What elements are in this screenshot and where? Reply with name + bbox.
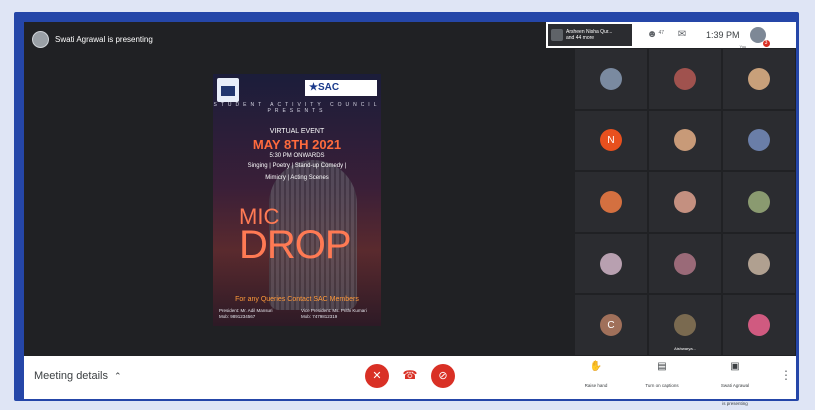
vice-president-name: Vice President: Ms. Prithi Kumari <box>301 308 367 313</box>
president-contact: President: Mr. Adil Mansuri Mob: 9891234… <box>219 308 273 320</box>
captions-label: Turn on captions <box>645 383 679 388</box>
vice-president-contact: Vice President: Ms. Prithi Kumari Mob: 7… <box>301 308 367 320</box>
people-icon: ☻ <box>646 29 658 40</box>
event-categories-2: Mimicry | Acting Scenes <box>265 175 329 181</box>
president-mobile: Mob: 9891234567 <box>219 314 256 319</box>
speaker-more: and 44 more <box>566 35 595 41</box>
participant-avatar: N <box>600 129 622 152</box>
participant-avatar <box>748 129 770 152</box>
vice-president-mobile: Mob: 7479812319 <box>301 314 338 319</box>
raise-hand-button[interactable]: ✋ Raise hand <box>571 361 621 392</box>
virtual-event-text: VIRTUAL EVENT <box>269 128 325 135</box>
chevron-up-icon: ⌃ <box>114 370 122 381</box>
present-icon: ▣ <box>730 361 740 372</box>
participant-avatar <box>748 67 770 90</box>
participant-avatar <box>748 190 770 213</box>
participant-avatar <box>674 252 696 275</box>
self-avatar[interactable]: You 3 <box>740 27 770 49</box>
meeting-details-label: Meeting details <box>34 370 108 382</box>
more-options-button[interactable]: ⋮ <box>780 368 792 382</box>
presenting-label-2: is presenting <box>722 401 748 406</box>
presenting-button[interactable]: ▣ Swati Agrawal is presenting <box>710 361 760 410</box>
sac-logo-text: SAC <box>317 82 340 93</box>
clock: 1:39 PM <box>706 30 740 40</box>
speaker-text: Arsheen Nisha Qur... and 44 more <box>566 29 612 41</box>
sac-logo: ★SAC <box>305 80 377 96</box>
participant-avatar <box>674 314 696 337</box>
people-count: 47 <box>658 30 664 36</box>
participant-name: Aishwarya... <box>674 345 696 351</box>
participant-tile[interactable] <box>648 232 722 295</box>
leave-call-button[interactable]: ☎ <box>401 368 419 384</box>
council-text: STUDENT ACTIVITY COUNCIL PRESENTS <box>213 102 381 114</box>
queries-text: For any Queries Contact SAC Members <box>235 296 359 303</box>
participant-tile[interactable] <box>648 171 722 233</box>
top-bar: Arsheen Nisha Qur... and 44 more ☻ 47 ✉ … <box>546 22 796 49</box>
participant-tile[interactable] <box>574 48 648 110</box>
hang-up-icon: ☎ <box>402 368 418 382</box>
people-button[interactable]: ☻ 47 <box>642 28 664 42</box>
captions-icon: ▤ <box>657 361 667 372</box>
presented-slide: ★SAC STUDENT ACTIVITY COUNCIL PRESENTS V… <box>213 74 381 326</box>
more-vert-icon: ⋮ <box>780 368 792 382</box>
participant-tile[interactable]: Aishwarya... <box>648 294 722 356</box>
presenter-text: Swati Agrawal is presenting <box>55 34 153 44</box>
participant-avatar <box>600 190 622 213</box>
participant-tile[interactable]: N <box>574 109 648 172</box>
participant-avatar <box>600 252 622 275</box>
participant-tile[interactable] <box>722 171 796 233</box>
participant-grid: N C Aishwarya... <box>574 48 796 356</box>
presenter-avatar <box>32 30 49 48</box>
participant-tile[interactable] <box>722 109 796 172</box>
hand-icon: ✋ <box>589 361 603 372</box>
president-name: President: Mr. Adil Mansuri <box>219 308 273 313</box>
event-time: 5:30 PM ONWARDS <box>269 153 325 159</box>
meeting-stage: Swati Agrawal is presenting Arsheen Nish… <box>24 22 796 356</box>
participant-tile[interactable] <box>722 48 796 110</box>
chat-icon: ✉ <box>677 29 687 40</box>
participant-avatar <box>748 252 770 275</box>
participant-tile[interactable] <box>722 232 796 295</box>
participant-avatar <box>674 67 696 90</box>
presenter-label: Swati Agrawal is presenting <box>32 28 153 50</box>
camera-off-button[interactable]: ⊘ <box>431 364 455 388</box>
presenting-label-1: Swati Agrawal <box>720 383 750 388</box>
raise-hand-label: Raise hand <box>584 383 608 388</box>
participant-tile[interactable]: C <box>574 294 648 356</box>
notification-badge: 3 <box>762 40 770 47</box>
event-categories-1: Singing | Poetry | Stand-up Comedy | <box>247 163 347 169</box>
participant-tile[interactable] <box>722 294 796 356</box>
participant-tile[interactable] <box>574 232 648 295</box>
mic-off-button[interactable]: ✕ <box>365 364 389 388</box>
chat-button[interactable]: ✉ <box>672 28 692 42</box>
participant-avatar <box>674 129 696 152</box>
captions-button[interactable]: ▤ Turn on captions <box>637 361 687 392</box>
event-title-bottom: DROP <box>239 223 352 267</box>
college-logo <box>217 78 239 102</box>
participant-avatar <box>674 190 696 213</box>
meeting-details-button[interactable]: Meeting details ⌃ <box>34 370 122 382</box>
mic-off-icon: ✕ <box>372 370 382 382</box>
camera-off-icon: ⊘ <box>438 370 448 382</box>
speaker-thumbnail <box>551 29 563 41</box>
participant-tile[interactable] <box>648 48 722 110</box>
event-date: MAY 8TH 2021 <box>252 137 342 152</box>
participant-tile[interactable] <box>648 109 722 172</box>
participant-tile[interactable] <box>574 171 648 233</box>
participant-avatar <box>600 67 622 90</box>
participant-avatar: C <box>600 314 622 337</box>
active-speaker-chip[interactable]: Arsheen Nisha Qur... and 44 more <box>548 24 632 46</box>
bottom-bar: Meeting details ⌃ ✕ ☎ ⊘ ✋ Raise hand ▤ T… <box>24 356 796 406</box>
star-icon: ★ <box>309 82 318 93</box>
participant-avatar <box>748 314 770 337</box>
